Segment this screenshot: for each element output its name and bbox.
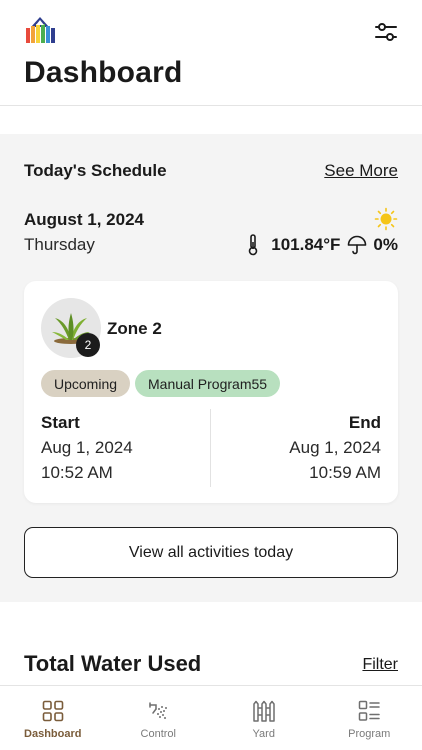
nav-label-program: Program [348,728,391,740]
nav-label-yard: Yard [252,728,275,740]
start-time: 10:52 AM [41,463,113,482]
schedule-date: August 1, 2024 [24,210,144,229]
column-divider [210,409,211,487]
filter-link[interactable]: Filter [362,656,398,674]
program-badge: Manual Program55 [135,370,281,397]
rain-chance-value: 0% [373,235,398,254]
fence-icon [252,699,276,723]
schedule-day: Thursday [24,235,95,254]
todays-schedule-section: Today's Schedule See More August 1, 2024… [0,134,422,602]
temperature-value: 101.84°F [271,235,341,254]
nav-item-program[interactable]: Program [317,686,422,750]
water-used-title: Total Water Used [24,651,202,676]
start-label: Start [41,413,80,432]
start-date: Aug 1, 2024 [41,438,133,457]
umbrella-icon [347,235,367,255]
settings-button[interactable] [373,20,399,44]
zone-name: Zone 2 [107,319,162,338]
sliders-icon [375,23,397,41]
zone-card[interactable]: 2 Zone 2 Upcoming Manual Program55 Start… [24,281,398,503]
end-date: Aug 1, 2024 [289,438,381,457]
nav-item-dashboard[interactable]: Dashboard [0,686,106,750]
page-title: Dashboard [24,56,183,89]
sprinkler-icon [146,699,170,723]
list-icon [357,699,381,723]
house-logo-icon [26,17,55,43]
nav-label-control: Control [140,728,176,740]
weather-info: 101.84°F 0% [247,234,398,256]
bottom-nav: Dashboard Control Yard Program [0,685,422,750]
end-label: End [348,413,381,432]
see-more-link[interactable]: See More [324,161,398,181]
app-header: Dashboard [0,0,422,106]
view-all-activities-button[interactable]: View all activities today [24,527,398,578]
nav-label-dashboard: Dashboard [24,728,82,740]
nav-item-control[interactable]: Control [106,686,212,750]
sun-icon [374,207,398,231]
end-time: 10:59 AM [309,463,381,482]
zone-number-badge: 2 [76,333,100,357]
grid-icon [41,699,65,723]
schedule-title: Today's Schedule [24,161,167,180]
thermometer-icon [247,234,259,256]
status-badge: Upcoming [41,370,131,397]
nav-item-yard[interactable]: Yard [211,686,317,750]
